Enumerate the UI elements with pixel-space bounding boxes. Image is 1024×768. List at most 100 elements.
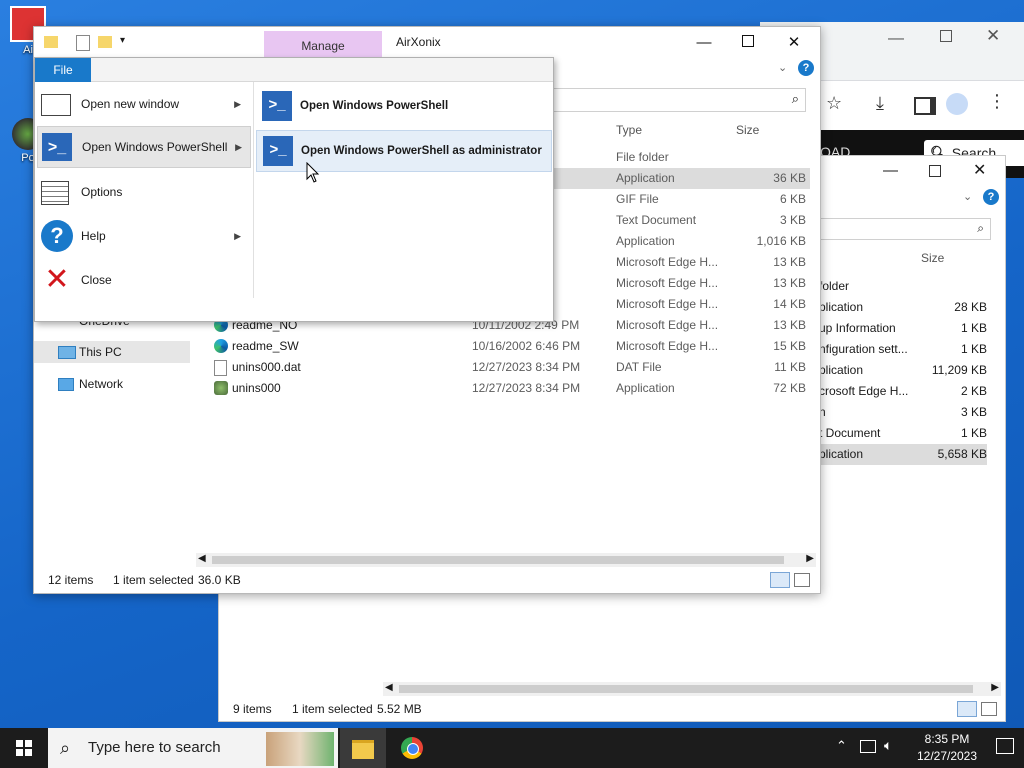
details-view-icon[interactable] xyxy=(957,701,977,717)
row-size: 5,658 KB xyxy=(937,447,987,461)
scrollbar-horizontal[interactable]: ◀ ▶ xyxy=(196,553,816,567)
file-menu-left: Open new window ▶ >_ Open Windows PowerS… xyxy=(35,82,251,320)
scrollbar-thumb[interactable] xyxy=(399,685,973,693)
properties-icon[interactable] xyxy=(76,35,90,51)
scroll-right-arrow-icon[interactable]: ▶ xyxy=(806,553,814,564)
table-row[interactable]: plication 11,209 KB xyxy=(819,360,987,381)
scrollbar-horizontal[interactable]: ◀ ▶ xyxy=(383,682,1001,696)
file-icon xyxy=(214,360,227,376)
submenu-item-label: Open Windows PowerShell xyxy=(300,100,449,112)
clock[interactable]: 8:35 PM 12/27/2023 xyxy=(910,731,984,765)
file-tab[interactable]: File xyxy=(35,58,91,82)
file-type: DAT File xyxy=(616,360,662,374)
side-panel-icon[interactable] xyxy=(914,97,936,115)
maximize-button[interactable] xyxy=(726,30,770,56)
row-type: plication xyxy=(819,300,864,314)
menu-item-label: Open new window xyxy=(81,97,180,111)
menu-item-close[interactable]: ✕ Close xyxy=(37,260,249,300)
submenu-arrow-icon: ▶ xyxy=(234,99,241,109)
ribbon-expand-icon[interactable]: ⌄ xyxy=(778,61,787,74)
taskbar-chrome[interactable] xyxy=(390,728,434,768)
window-title: AirXonix xyxy=(396,35,441,49)
submenu-item-label: Open Windows PowerShell as administrator xyxy=(301,145,542,157)
table-row[interactable]: up Information 1 KB xyxy=(819,318,987,339)
customize-quick-access-icon[interactable]: ▾ xyxy=(120,35,125,46)
row-size: 1 KB xyxy=(960,321,987,335)
table-row[interactable]: crosoft Edge H... 2 KB xyxy=(819,381,987,402)
submenu-open-powershell[interactable]: >_ Open Windows PowerShell xyxy=(256,86,550,126)
volume-muted-icon[interactable]: 🔈︎ xyxy=(884,737,892,754)
help-icon[interactable]: ? xyxy=(983,189,999,205)
scroll-left-arrow-icon[interactable]: ◀ xyxy=(385,682,393,693)
table-row[interactable]: n3 KB xyxy=(819,402,987,423)
start-button[interactable] xyxy=(0,728,48,768)
minimize-icon[interactable]: — xyxy=(888,30,904,48)
bookmark-star-icon[interactable]: ☆ xyxy=(826,93,842,114)
new-folder-icon[interactable] xyxy=(98,36,112,48)
new-window-icon xyxy=(41,94,71,116)
menu-item-open-new-window[interactable]: Open new window ▶ xyxy=(37,84,249,124)
ribbon-expand-icon[interactable]: ⌄ xyxy=(963,190,972,203)
uninstaller-icon xyxy=(214,381,228,395)
file-size: 13 KB xyxy=(773,255,806,269)
network-icon[interactable] xyxy=(860,740,876,753)
column-header-size[interactable]: Size xyxy=(736,123,759,137)
submenu-open-powershell-admin[interactable]: >_ Open Windows PowerShell as administra… xyxy=(256,130,552,172)
column-header-type[interactable]: Type xyxy=(616,123,642,137)
profile-icon[interactable] xyxy=(946,93,968,115)
table-row[interactable]: plication 28 KB xyxy=(819,297,987,318)
menu-item-open-powershell[interactable]: >_ Open Windows PowerShell ▶ xyxy=(37,126,251,168)
status-selected: 1 item selected xyxy=(292,702,373,716)
taskbar-file-explorer[interactable] xyxy=(340,728,386,768)
maximize-icon[interactable] xyxy=(929,165,941,177)
search-icon: ⌕ xyxy=(60,738,71,758)
options-icon xyxy=(41,181,69,205)
menu-item-help[interactable]: ? Help ▶ xyxy=(37,216,249,256)
close-button[interactable]: ✕ xyxy=(772,30,816,56)
scroll-right-arrow-icon[interactable]: ▶ xyxy=(991,682,999,693)
large-icons-view-icon[interactable] xyxy=(981,702,997,716)
status-bar: 12 items 1 item selected 36.0 KB xyxy=(34,569,820,591)
column-header-size[interactable]: Size xyxy=(921,251,944,265)
title-bar: ▾ Manage AirXonix — ✕ xyxy=(34,27,820,57)
maximize-icon[interactable] xyxy=(940,30,952,42)
minimize-button[interactable]: — xyxy=(682,30,726,56)
table-row[interactable]: unins000.dat 12/27/2023 8:34 PM DAT File 11… xyxy=(210,357,810,378)
scrollbar-thumb[interactable] xyxy=(212,556,784,564)
close-icon[interactable]: ✕ xyxy=(973,160,986,180)
large-icons-view-icon[interactable] xyxy=(794,573,810,587)
nav-item-network[interactable]: Network xyxy=(34,373,190,395)
scroll-left-arrow-icon[interactable]: ◀ xyxy=(198,553,206,564)
file-type: Microsoft Edge H... xyxy=(616,276,719,290)
file-type: Application xyxy=(616,171,675,185)
show-hidden-icons-icon[interactable]: ⌃ xyxy=(836,738,847,754)
menu-dots-icon[interactable]: ⋮ xyxy=(988,91,1006,112)
file-name: unins000.dat xyxy=(232,360,301,374)
menu-item-label: Options xyxy=(81,185,123,199)
row-size: 11,209 KB xyxy=(931,363,987,377)
close-icon[interactable]: ✕ xyxy=(986,26,1000,46)
details-view-icon[interactable] xyxy=(770,572,790,588)
search-box[interactable]: ⌕ xyxy=(819,218,991,240)
menu-item-options[interactable]: Options xyxy=(37,172,249,212)
taskbar-search[interactable]: ⌕ Type here to search xyxy=(48,728,338,768)
table-row[interactable]: nfiguration sett... 1 KB xyxy=(819,339,987,360)
file-type: Text Document xyxy=(616,213,697,227)
table-row[interactable]: plication 5,658 KB xyxy=(819,444,987,465)
nav-item-thispc[interactable]: This PC xyxy=(34,341,190,363)
notifications-icon[interactable] xyxy=(996,738,1014,754)
table-row[interactable]: readme_SW 10/16/2002 6:46 PM Microsoft Edg… xyxy=(210,336,810,357)
row-size: 2 KB xyxy=(960,384,987,398)
search-box[interactable]: ⌕ xyxy=(534,88,806,112)
minimize-icon[interactable]: — xyxy=(883,162,898,179)
table-row[interactable]: unins000 12/27/2023 8:34 PM Application 72 … xyxy=(210,378,810,399)
file-menu: File Open new window ▶ >_ Open Windows P… xyxy=(34,57,554,322)
file-type: Application xyxy=(616,234,675,248)
file-type: Microsoft Edge H... xyxy=(616,297,719,311)
table-row[interactable]: t Document 1 KB xyxy=(819,423,987,444)
powershell-icon: >_ xyxy=(262,91,292,121)
help-icon[interactable]: ? xyxy=(798,60,814,76)
ribbon-tab-manage[interactable]: Manage xyxy=(264,31,382,57)
table-row[interactable]: folder xyxy=(819,276,987,297)
download-icon[interactable]: ⤓ xyxy=(876,93,884,114)
